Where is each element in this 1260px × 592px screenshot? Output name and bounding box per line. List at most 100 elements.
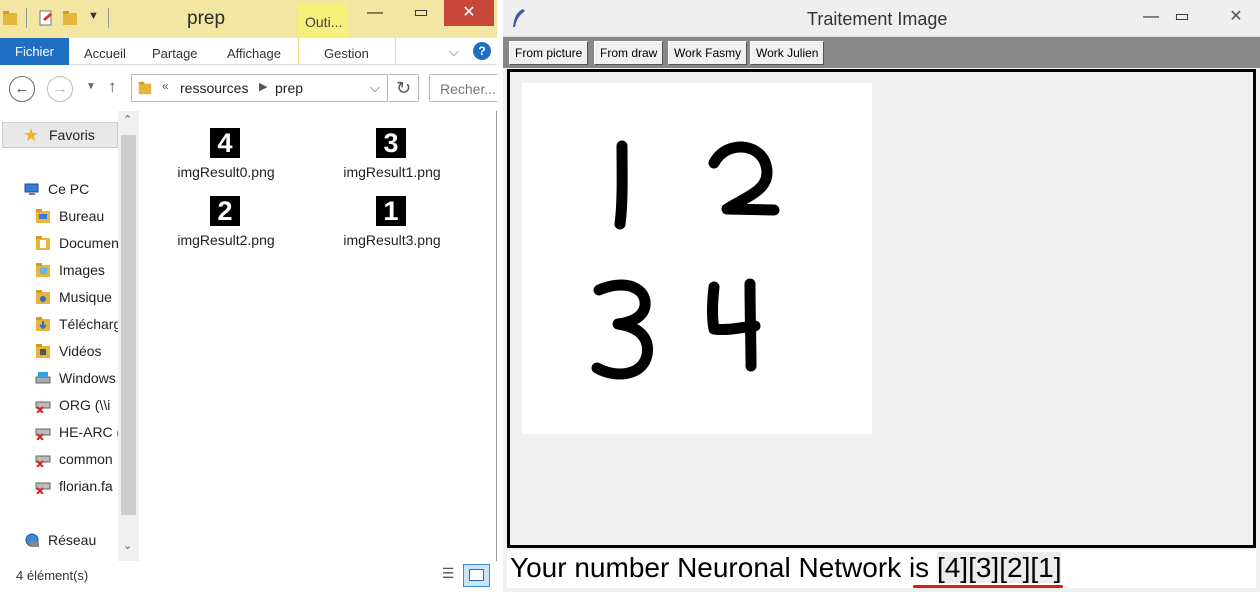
nav-item-label: common xyxy=(59,451,113,467)
explorer-title-bar: ▼ prep Outi... — ▭ ✕ xyxy=(0,0,497,38)
nav-item-ce-pc[interactable]: Ce PC xyxy=(24,181,119,203)
customize-toolbar-icon[interactable]: ▼ xyxy=(88,10,99,22)
tab-gestion[interactable]: Gestion xyxy=(324,46,369,61)
handwritten-digits xyxy=(591,140,780,380)
digit-three-stroke xyxy=(591,279,653,380)
nav-item-telechargements[interactable]: Téléchargements xyxy=(35,316,119,338)
nav-item-label: Vidéos xyxy=(59,343,102,359)
breadcrumb-separator-icon[interactable]: ▶ xyxy=(259,80,267,93)
nav-item-documents[interactable]: Documents xyxy=(35,235,119,257)
new-folder-icon[interactable] xyxy=(62,9,78,27)
network-drive-icon xyxy=(35,482,51,494)
result-value: [4][3][2][1] xyxy=(936,552,1062,583)
close-button[interactable]: ✕ xyxy=(1213,4,1259,30)
up-button[interactable]: ↑ xyxy=(108,77,117,97)
address-dropdown-icon[interactable]: ⌵ xyxy=(370,80,380,96)
maximize-button[interactable]: ▭ xyxy=(1159,4,1205,30)
scroll-thumb[interactable] xyxy=(121,135,136,515)
nav-item-images[interactable]: Images xyxy=(35,262,119,284)
nav-item-he-arc-drive[interactable]: HE-ARC ( xyxy=(35,424,119,446)
refresh-button[interactable]: ↻ xyxy=(389,74,419,102)
tab-affichage[interactable]: Affichage xyxy=(227,46,281,61)
network-drive-icon xyxy=(35,428,51,440)
contextual-tab-tools[interactable]: Outi... xyxy=(298,4,348,38)
nav-item-florian-drive[interactable]: florian.fa xyxy=(35,478,119,500)
tab-partage[interactable]: Partage xyxy=(152,46,198,61)
breadcrumb-item[interactable]: prep xyxy=(275,80,303,96)
file-name: imgResult0.png xyxy=(177,164,275,180)
folder-icon xyxy=(36,209,50,223)
ribbon-tabs: Fichier Accueil Partage Affichage Gestio… xyxy=(0,38,497,65)
collapse-ribbon-icon[interactable]: ⌵ xyxy=(449,44,459,60)
nav-item-label: Téléchargements xyxy=(59,316,119,332)
forward-button[interactable]: → xyxy=(47,76,73,102)
tk-window: Traitement Image — ▭ ✕ From picture From… xyxy=(503,0,1260,592)
image-thumbnail: 4 xyxy=(210,128,240,158)
nav-item-org-drive[interactable]: ORG (\\i xyxy=(35,397,119,419)
work-julien-button[interactable]: Work Julien xyxy=(750,41,825,65)
nav-item-musique[interactable]: Musique xyxy=(35,289,119,311)
properties-icon[interactable] xyxy=(38,9,54,27)
file-item[interactable]: 3 imgResult1.png xyxy=(322,128,462,188)
from-picture-button[interactable]: From picture xyxy=(509,41,589,65)
file-name: imgResult3.png xyxy=(343,232,441,248)
search-input[interactable]: Recher... xyxy=(429,74,497,102)
file-item[interactable]: 2 imgResult2.png xyxy=(156,196,296,256)
back-button[interactable]: ← xyxy=(9,76,35,102)
nav-item-favoris[interactable]: ★ Favoris xyxy=(2,122,118,148)
result-prefix: Your number Neuronal Network is xyxy=(510,552,937,583)
folder-icon[interactable] xyxy=(2,9,18,27)
nav-item-label: Bureau xyxy=(59,208,105,224)
nav-item-label: Windows xyxy=(59,370,116,386)
image-thumbnail: 1 xyxy=(376,196,406,226)
tk-toolbar: From picture From draw Work Fasmy Work J… xyxy=(503,37,1260,68)
image-canvas[interactable] xyxy=(507,69,1256,548)
file-item[interactable]: 4 imgResult0.png xyxy=(156,128,296,188)
image-thumbnail: 3 xyxy=(376,128,406,158)
network-drive-icon xyxy=(35,455,51,467)
help-icon[interactable]: ? xyxy=(473,42,491,60)
folder-icon xyxy=(36,290,50,304)
folder-icon xyxy=(36,317,50,331)
digit-two-stroke xyxy=(708,141,780,216)
work-fasmy-button[interactable]: Work Fasmy xyxy=(668,41,748,65)
result-text: Your number Neuronal Network is [4][3][2… xyxy=(510,552,1062,584)
window-title: Traitement Image xyxy=(807,9,948,29)
large-icons-view-button[interactable] xyxy=(463,564,490,587)
scroll-down-icon[interactable]: ⌄ xyxy=(123,539,132,552)
tab-accueil[interactable]: Accueil xyxy=(84,46,126,61)
digit-four-right-stroke xyxy=(744,278,757,372)
tab-fichier[interactable]: Fichier xyxy=(0,38,69,65)
details-view-icon[interactable]: ☰ xyxy=(437,565,459,585)
nav-item-bureau[interactable]: Bureau xyxy=(35,208,119,230)
item-count: 4 élément(s) xyxy=(16,568,89,583)
recent-locations-icon[interactable]: ▼ xyxy=(86,81,96,92)
maximize-button[interactable]: ▭ xyxy=(398,0,444,26)
folder-icon xyxy=(36,236,50,250)
nav-scrollbar[interactable]: ⌃ ⌄ xyxy=(118,111,139,561)
minimize-button[interactable]: — xyxy=(352,0,398,26)
nav-item-videos[interactable]: Vidéos xyxy=(35,343,119,365)
breadcrumb-overflow-icon[interactable]: « xyxy=(162,79,169,93)
nav-item-label: Documents xyxy=(59,235,119,251)
file-explorer-window: ▼ prep Outi... — ▭ ✕ Fichier Accueil Par… xyxy=(0,0,497,592)
digit-one-stroke xyxy=(614,140,628,230)
nav-item-label: ORG (\\i xyxy=(59,397,111,413)
nav-item-label: florian.fa xyxy=(59,478,113,494)
nav-item-reseau[interactable]: Réseau xyxy=(24,532,119,554)
file-name: imgResult2.png xyxy=(177,232,275,248)
large-icons-view-icon xyxy=(469,569,484,581)
folder-icon xyxy=(36,344,50,358)
address-bar[interactable]: « ressources ▶ prep ⌵ xyxy=(131,74,388,102)
nav-item-windows-drive[interactable]: Windows xyxy=(35,370,119,392)
nav-item-label: Musique xyxy=(59,289,112,305)
scroll-up-icon[interactable]: ⌃ xyxy=(123,113,132,126)
breadcrumb-item[interactable]: ressources xyxy=(180,80,248,96)
nav-item-common-drive[interactable]: common xyxy=(35,451,119,473)
close-button[interactable]: ✕ xyxy=(444,0,494,26)
file-item[interactable]: 1 imgResult3.png xyxy=(322,196,462,256)
from-draw-button[interactable]: From draw xyxy=(594,41,664,65)
drive-icon xyxy=(35,372,51,384)
tk-title-bar: Traitement Image — ▭ ✕ xyxy=(503,0,1260,37)
divider xyxy=(108,8,109,28)
